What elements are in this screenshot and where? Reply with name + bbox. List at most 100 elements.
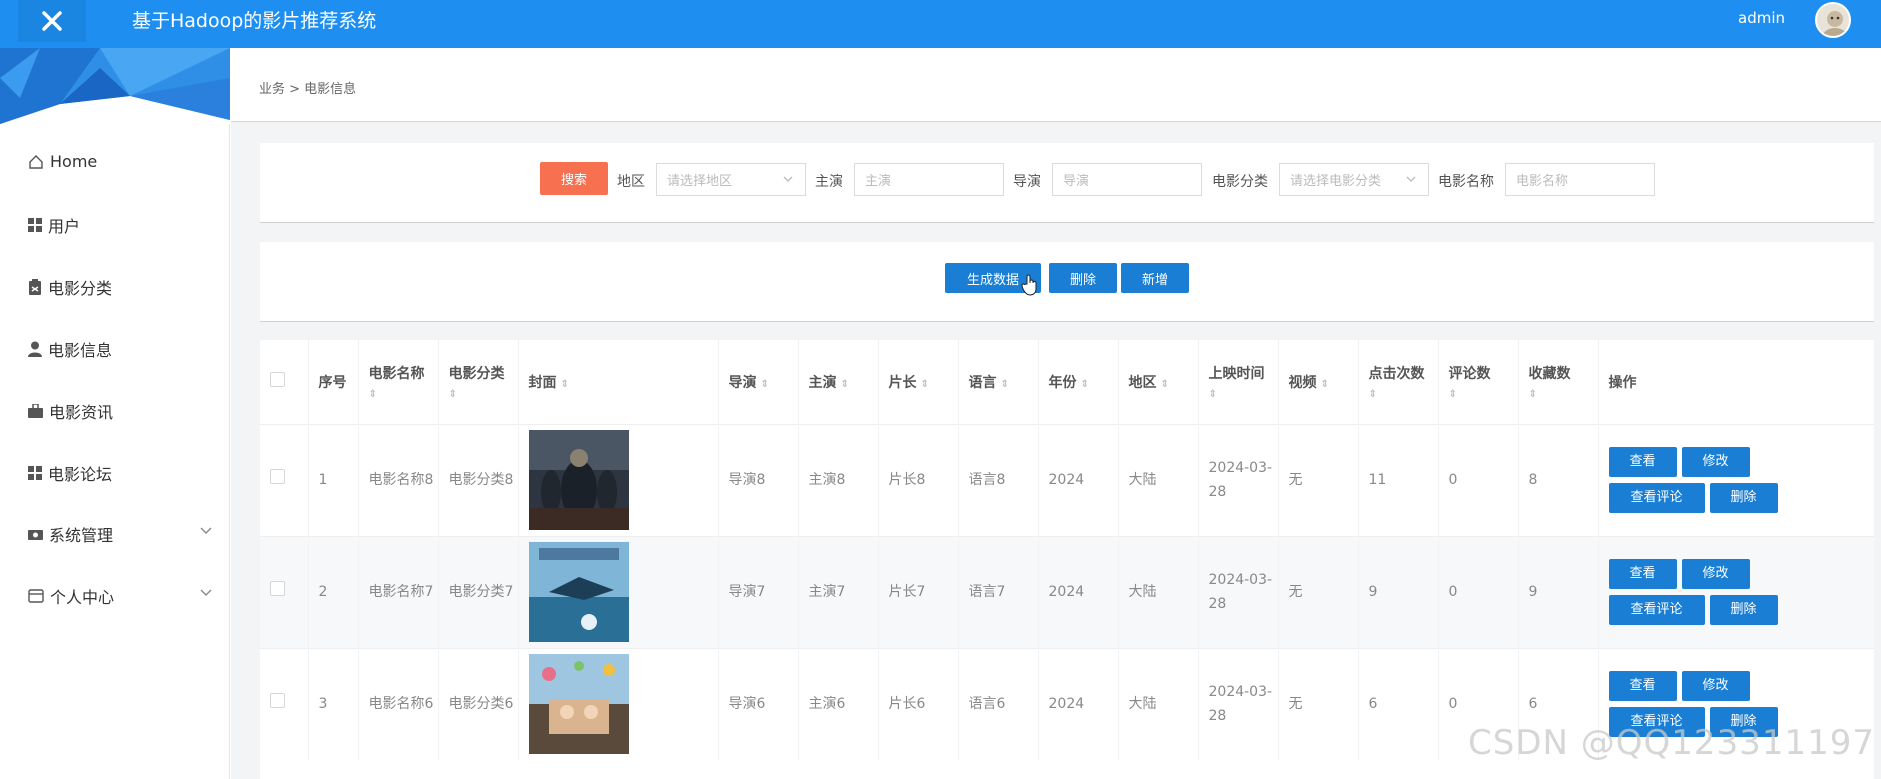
search-button[interactable]: 搜索 [540, 162, 608, 195]
sort-icon[interactable]: ⇕ [761, 379, 769, 390]
cell-release: 2024-03-28 [1198, 647, 1279, 760]
col-header-cover[interactable]: 封面 ⇕ [518, 340, 719, 424]
view-button[interactable]: 查看 [1608, 559, 1677, 589]
actor-placeholder: 主演 [865, 174, 892, 189]
edit-button[interactable]: 修改 [1681, 671, 1750, 702]
sidebar-item-label: 系统管理 [49, 526, 114, 545]
edit-button[interactable]: 修改 [1681, 559, 1750, 589]
sort-icon[interactable]: ⇕ [1529, 389, 1598, 400]
cell-name: 电影名称6 [358, 647, 439, 760]
chevron-down-icon [200, 589, 212, 596]
sort-icon[interactable]: ⇕ [449, 389, 518, 400]
avatar[interactable] [1815, 2, 1851, 38]
col-header-language[interactable]: 语言 ⇕ [958, 340, 1039, 424]
sidebar-item-system-management[interactable]: 系统管理 [28, 522, 213, 546]
cell-region: 大陆 [1118, 647, 1199, 760]
cover-image[interactable] [528, 430, 629, 530]
cell-no: 1 [308, 423, 359, 536]
cell-clicks: 6 [1358, 647, 1439, 760]
director-input[interactable]: 导演 [1052, 163, 1202, 196]
row-checkbox[interactable] [270, 469, 285, 484]
select-all-checkbox[interactable] [270, 372, 285, 388]
sort-icon[interactable]: ⇕ [1209, 389, 1278, 400]
delete-button[interactable]: 删除 [1049, 263, 1117, 293]
chevron-down-icon [200, 527, 212, 534]
watermark: CSDN @QQ123311197 [1468, 723, 1875, 763]
sidebar-item-movie-news[interactable]: 电影资讯 [28, 399, 213, 423]
camera-icon [28, 529, 43, 540]
user-name[interactable]: admin [1738, 9, 1785, 27]
top-bar: 基于Hadoop的影片推荐系统 admin [0, 0, 1881, 48]
col-header-clicks[interactable]: 点击次数 ⇕ [1358, 340, 1439, 424]
sidebar-item-movie-forum[interactable]: 电影论坛 [28, 461, 213, 485]
cell-no: 2 [308, 535, 359, 648]
col-header-region[interactable]: 地区 ⇕ [1118, 340, 1199, 424]
cover-image[interactable] [528, 542, 629, 642]
col-header-director[interactable]: 导演 ⇕ [718, 340, 799, 424]
category-select[interactable]: 请选择电影分类 [1279, 163, 1429, 196]
sidebar-item-movie-category[interactable]: 电影分类 [28, 275, 213, 299]
col-header-category[interactable]: 电影分类 ⇕ [438, 340, 519, 424]
table-header-row: 序号 电影名称 ⇕ 电影分类 ⇕ 封面 ⇕ 导演 ⇕ 主演 ⇕ 片长 ⇕ 语言 ⇕ 年份 ⇕ 地… [260, 340, 1874, 424]
close-menu-button[interactable] [18, 0, 86, 42]
sort-icon[interactable]: ⇕ [369, 389, 438, 400]
cell-no: 3 [308, 647, 359, 760]
sort-icon[interactable]: ⇕ [561, 379, 569, 390]
close-icon [42, 11, 62, 31]
cell-director: 导演8 [718, 423, 799, 536]
col-header-video[interactable]: 视频 ⇕ [1278, 340, 1359, 424]
cell-language: 语言7 [958, 535, 1039, 648]
cell-year: 2024 [1038, 423, 1119, 536]
cell-video: 无 [1278, 423, 1359, 536]
row-delete-button[interactable]: 删除 [1709, 595, 1778, 625]
sidebar-item-movie-info[interactable]: 电影信息 [28, 337, 213, 361]
col-header-actor[interactable]: 主演 ⇕ [798, 340, 879, 424]
cell-length: 片长8 [878, 423, 959, 536]
col-header-year[interactable]: 年份 ⇕ [1038, 340, 1119, 424]
region-select[interactable]: 请选择地区 [656, 163, 806, 196]
cell-video: 无 [1278, 535, 1359, 648]
sort-icon[interactable]: ⇕ [841, 379, 849, 390]
sort-icon[interactable]: ⇕ [1369, 389, 1438, 400]
cover-image[interactable] [528, 654, 629, 755]
view-button[interactable]: 查看 [1608, 671, 1677, 702]
cell-category: 电影分类7 [438, 535, 519, 648]
cell-language: 语言6 [958, 647, 1039, 760]
col-header-comments[interactable]: 评论数 ⇕ [1438, 340, 1519, 424]
cell-year: 2024 [1038, 647, 1119, 760]
col-header-favorites[interactable]: 收藏数 ⇕ [1518, 340, 1599, 424]
sort-icon[interactable]: ⇕ [921, 379, 929, 390]
view-comments-button[interactable]: 查看评论 [1608, 483, 1705, 513]
sidebar-item-personal-center[interactable]: 个人中心 [28, 584, 213, 608]
chevron-down-icon [783, 176, 793, 182]
sidebar-item-home[interactable]: Home [28, 152, 213, 171]
cell-year: 2024 [1038, 535, 1119, 648]
cell-cover [518, 423, 719, 536]
movie-name-input[interactable]: 电影名称 [1505, 163, 1655, 196]
category-placeholder: 请选择电影分类 [1290, 174, 1382, 189]
col-header-length[interactable]: 片长 ⇕ [878, 340, 959, 424]
cell-ops: 查看 修改 查看评论 删除 [1598, 535, 1874, 648]
sort-icon[interactable]: ⇕ [1081, 379, 1089, 390]
sort-icon[interactable]: ⇕ [1321, 379, 1329, 390]
col-header-release[interactable]: 上映时间 ⇕ [1198, 340, 1279, 424]
edit-button[interactable]: 修改 [1681, 447, 1750, 477]
add-button[interactable]: 新增 [1121, 263, 1189, 293]
col-header-name[interactable]: 电影名称 ⇕ [358, 340, 439, 424]
movie-table: 序号 电影名称 ⇕ 电影分类 ⇕ 封面 ⇕ 导演 ⇕ 主演 ⇕ 片长 ⇕ 语言 ⇕ 年份 ⇕ 地… [260, 340, 1874, 779]
table-row: 2 电影名称7 电影分类7 导演7 主演7 片长7 语言7 2024 大陆 20… [260, 535, 1874, 648]
sort-icon[interactable]: ⇕ [1001, 379, 1009, 390]
row-delete-button[interactable]: 删除 [1709, 483, 1778, 513]
row-checkbox[interactable] [270, 581, 285, 596]
row-checkbox[interactable] [270, 693, 285, 709]
cell-category: 电影分类6 [438, 647, 519, 760]
sidebar-item-users[interactable]: 用户 [28, 213, 213, 237]
cell-region: 大陆 [1118, 535, 1199, 648]
sort-icon[interactable]: ⇕ [1449, 389, 1518, 400]
view-comments-button[interactable]: 查看评论 [1608, 595, 1705, 625]
sort-icon[interactable]: ⇕ [1161, 379, 1169, 390]
main-content: 业务 > 电影信息 搜索 地区 请选择地区 主演 主演 导演 导演 电影分类 请… [231, 48, 1881, 779]
actor-input[interactable]: 主演 [854, 163, 1004, 196]
col-header-ops: 操作 [1598, 340, 1874, 424]
view-button[interactable]: 查看 [1608, 447, 1677, 477]
